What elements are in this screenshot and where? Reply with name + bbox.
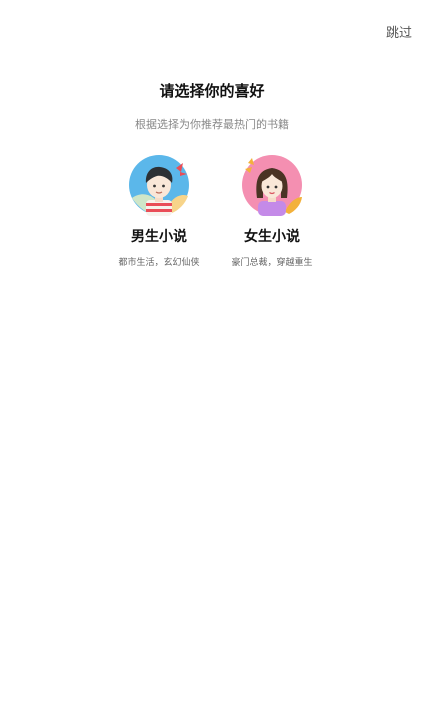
boy-avatar-icon xyxy=(129,155,189,216)
page-subtitle: 根据选择为你推荐最热门的书籍 xyxy=(135,118,289,131)
female-novel-option[interactable]: 女生小说 豪门总裁，穿越重生 xyxy=(212,154,332,268)
girl-avatar-icon xyxy=(242,155,302,216)
page-title: 请选择你的喜好 xyxy=(159,82,265,100)
skip-button[interactable]: 跳过 xyxy=(378,20,420,43)
male-novel-title: 男生小说 xyxy=(131,229,187,245)
female-novel-title: 女生小说 xyxy=(244,229,300,245)
female-novel-description: 豪门总裁，穿越重生 xyxy=(231,258,313,268)
male-novel-description: 都市生活，玄幻仙侠 xyxy=(118,258,200,268)
male-novel-option[interactable]: 男生小说 都市生活，玄幻仙侠 xyxy=(99,154,219,268)
